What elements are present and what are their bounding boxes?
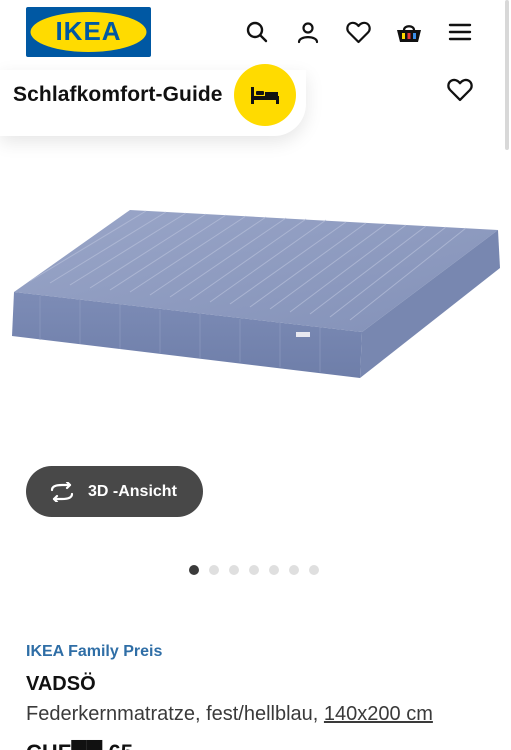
product-price: CHF▀▀ 65 <box>26 740 133 750</box>
gallery-dot-6[interactable] <box>289 565 299 575</box>
logo-text: IKEA <box>55 16 121 46</box>
bed-icon <box>251 87 279 104</box>
top-header: IKEA <box>0 0 511 70</box>
product-name: VADSÖ <box>26 673 96 695</box>
gallery-dot-2[interactable] <box>209 565 219 575</box>
view-3d-button[interactable]: 3D -Ansicht <box>26 466 203 517</box>
heart-icon[interactable] <box>344 18 372 46</box>
account-icon[interactable] <box>294 18 322 46</box>
menu-icon[interactable] <box>446 18 474 46</box>
scrollbar[interactable] <box>505 0 509 150</box>
rotate-3d-icon <box>50 481 74 502</box>
product-image-mattress[interactable] <box>0 180 511 420</box>
gallery-dot-5[interactable] <box>269 565 279 575</box>
gallery-dot-7[interactable] <box>309 565 319 575</box>
view-3d-label: 3D -Ansicht <box>88 482 177 500</box>
product-size-link[interactable]: 140x200 cm <box>324 703 433 725</box>
gallery-dot-3[interactable] <box>229 565 239 575</box>
gallery-pagination <box>189 565 319 575</box>
family-price-label: IKEA Family Preis <box>26 643 163 660</box>
add-to-favorites-icon[interactable] <box>447 78 473 102</box>
product-description-text: Federkernmatratze, fest/hellblau, <box>26 703 324 725</box>
sleep-guide-label[interactable]: Schlafkomfort-Guide <box>13 83 223 107</box>
ikea-logo[interactable]: IKEA <box>26 7 151 57</box>
shopping-bag-icon[interactable] <box>395 18 423 46</box>
gallery-dot-4[interactable] <box>249 565 259 575</box>
sleep-guide-badge[interactable] <box>234 64 296 126</box>
search-icon[interactable] <box>243 18 271 46</box>
product-description: Federkernmatratze, fest/hellblau, 140x20… <box>26 703 433 726</box>
gallery-dot-1[interactable] <box>189 565 199 575</box>
